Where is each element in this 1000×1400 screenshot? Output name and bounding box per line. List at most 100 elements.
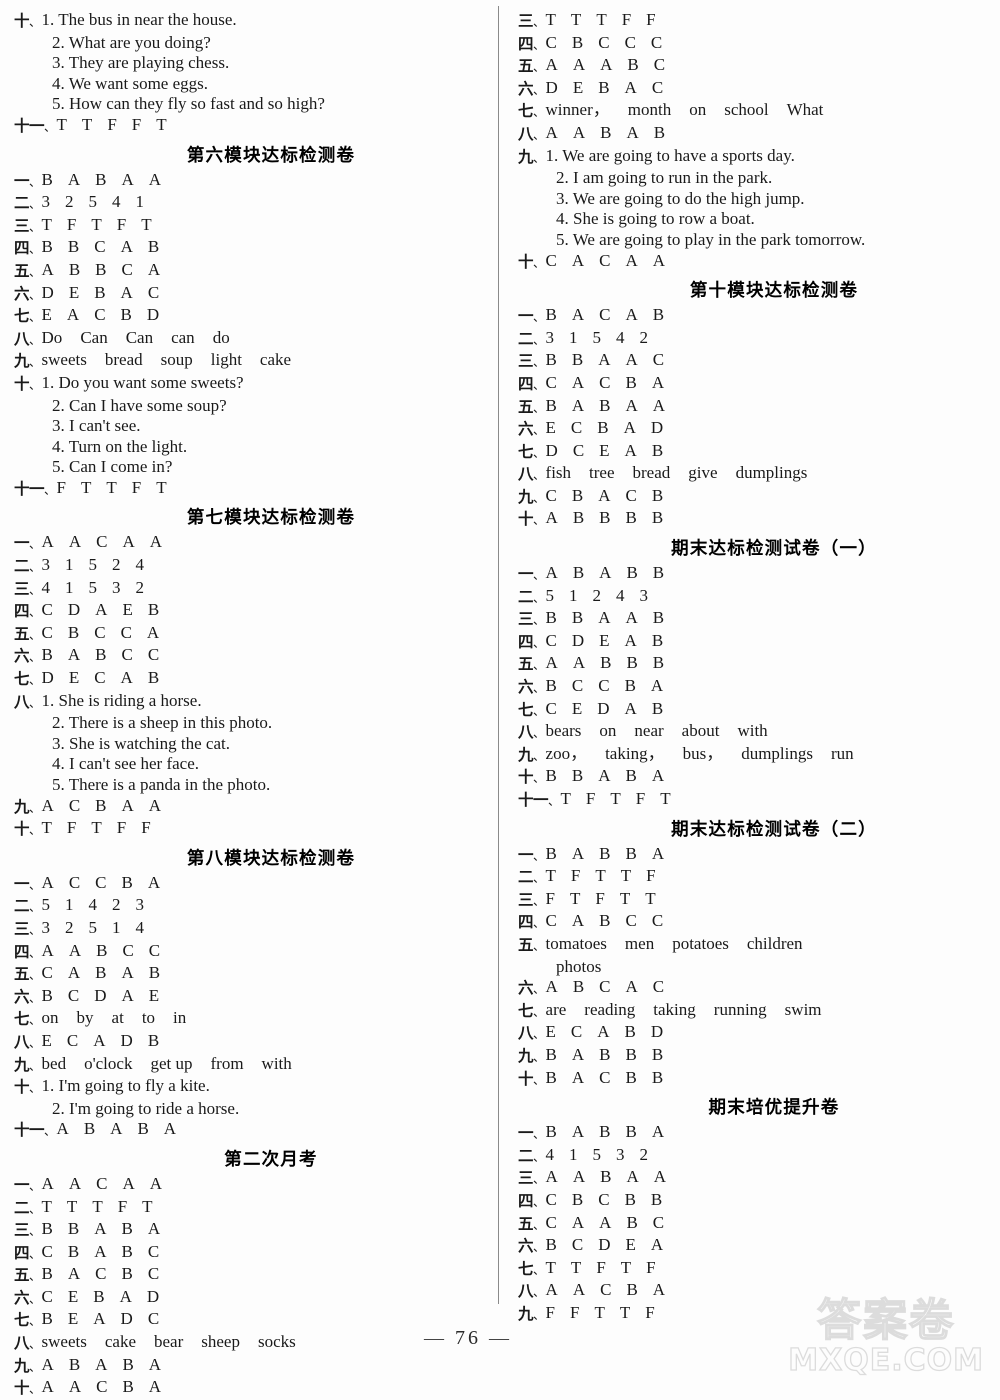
answer-line: 八、 sweets cake bear sheep socks bbox=[14, 1332, 484, 1355]
answer-line: 六、 B C C B A bbox=[518, 676, 986, 699]
enumeration-comma: 、 bbox=[44, 119, 56, 134]
answer-token: C bbox=[545, 250, 557, 270]
answer-token: A bbox=[571, 395, 585, 415]
answer-token: bread bbox=[104, 350, 143, 370]
answer-token: C bbox=[572, 440, 585, 460]
answer-token: A bbox=[148, 169, 162, 189]
answer-token: A bbox=[545, 122, 558, 142]
answer-tokens: BACAB bbox=[546, 305, 986, 326]
answer-token: A bbox=[624, 77, 637, 97]
answer-line: 六、 D E B A C bbox=[14, 283, 484, 306]
answer-token: A bbox=[147, 1219, 161, 1239]
answer-token: 3 bbox=[616, 1144, 625, 1164]
answer-token: F bbox=[585, 789, 596, 808]
answer-token: T bbox=[610, 789, 621, 808]
answer-token: C bbox=[68, 872, 81, 892]
enumeration-comma: 、 bbox=[533, 916, 545, 931]
answer-line: 十一、 F T T F T bbox=[14, 478, 484, 501]
answer-token: C bbox=[624, 32, 636, 52]
answer-token: sweets bbox=[41, 350, 87, 370]
answer-line: 九、 F F T T F bbox=[518, 1303, 986, 1326]
answer-token: A bbox=[599, 1212, 612, 1232]
answer-token: B bbox=[41, 169, 53, 189]
answer-token: A bbox=[572, 653, 586, 673]
answer-line: 十一、 T F T F T bbox=[518, 789, 986, 812]
answer-token: T bbox=[41, 1196, 52, 1216]
answer-token: A bbox=[545, 55, 558, 75]
answer-token: B bbox=[67, 1241, 80, 1261]
answer-token: C bbox=[570, 418, 583, 438]
answer-tokens: BABCC bbox=[42, 645, 484, 666]
answer-token: C bbox=[147, 1309, 160, 1329]
answer-token: B bbox=[624, 1022, 636, 1042]
answer-number: 四、 bbox=[518, 374, 545, 393]
answer-number: 七、 bbox=[14, 1311, 41, 1330]
enumeration-comma: 、 bbox=[29, 990, 41, 1005]
answer-tokens: zoo， taking， bus， dumplings run bbox=[546, 744, 986, 765]
answer-sentence: 5. There is a panda in the photo. bbox=[52, 775, 271, 794]
page-number-value: 76 bbox=[455, 1327, 481, 1349]
answer-token: C bbox=[67, 985, 80, 1005]
answer-token: Do bbox=[41, 327, 63, 347]
answer-number: 九、 bbox=[518, 1046, 545, 1065]
enumeration-comma: 、 bbox=[533, 1285, 545, 1300]
answer-tokens: ECBAD bbox=[546, 418, 986, 439]
section-title: 期末达标检测试卷（一） bbox=[671, 539, 877, 560]
answer-token: 4 bbox=[112, 192, 121, 212]
answer-token: B bbox=[653, 122, 666, 142]
answer-token: in bbox=[173, 1008, 187, 1028]
answer-token: B bbox=[545, 843, 557, 863]
answer-token: B bbox=[95, 645, 107, 665]
answer-token: 2 bbox=[135, 577, 145, 597]
answer-token: C bbox=[122, 940, 134, 960]
answer-line: 二、 5 1 2 4 3 bbox=[518, 586, 986, 609]
answer-number: 二、 bbox=[14, 897, 41, 916]
enumeration-comma: 、 bbox=[29, 560, 41, 575]
enumeration-comma: 、 bbox=[533, 1004, 545, 1019]
enumeration-comma: 、 bbox=[29, 1201, 41, 1216]
answer-number: 四、 bbox=[14, 942, 41, 961]
answer-line: 十一、 T T F F T bbox=[14, 115, 484, 138]
answer-token: A bbox=[624, 440, 637, 460]
answer-tokens: AACBA bbox=[546, 1280, 986, 1301]
answer-token: 2 bbox=[65, 192, 74, 212]
answer-token: C bbox=[545, 911, 557, 931]
answer-token: B bbox=[83, 1119, 96, 1139]
enumeration-comma: 、 bbox=[29, 1246, 41, 1261]
answer-line: 七、 winner， month on school What bbox=[518, 100, 986, 123]
answer-token: F bbox=[635, 789, 646, 808]
enumeration-comma: 、 bbox=[29, 1291, 41, 1306]
answer-token: D bbox=[94, 985, 107, 1005]
answer-line: 八、 E C A D B bbox=[14, 1031, 484, 1054]
answer-number: 九、 bbox=[518, 1304, 545, 1323]
answer-number: 五、 bbox=[518, 1214, 545, 1233]
answer-token: B bbox=[571, 485, 584, 505]
answer-number: 三、 bbox=[14, 919, 41, 938]
answer-token: A bbox=[597, 1022, 610, 1042]
enumeration-comma: 、 bbox=[29, 877, 41, 892]
answer-token: running bbox=[713, 999, 767, 1019]
answer-token: A bbox=[68, 1377, 82, 1397]
answer-number: 四、 bbox=[518, 632, 545, 651]
answer-token: B bbox=[94, 282, 106, 302]
enumeration-comma: 、 bbox=[29, 1269, 41, 1284]
answer-token: 5 bbox=[545, 585, 555, 605]
answer-tokens: BBAAB bbox=[546, 608, 986, 629]
answer-token: A bbox=[571, 1122, 585, 1142]
answer-token: soup bbox=[160, 350, 193, 370]
answer-token: B bbox=[626, 653, 638, 673]
answer-token: A bbox=[625, 977, 638, 997]
answer-line: 四、 C B A B C bbox=[14, 1242, 484, 1265]
answer-token: F bbox=[646, 10, 656, 29]
answer-tokens: sweets cake bear sheep socks bbox=[42, 1332, 484, 1353]
enumeration-comma: 、 bbox=[44, 482, 56, 497]
enumeration-comma: 、 bbox=[533, 1262, 545, 1277]
answer-number: 一、 bbox=[518, 845, 545, 864]
enumeration-comma: 、 bbox=[533, 726, 545, 741]
enumeration-comma: 、 bbox=[29, 582, 41, 597]
answer-token: 5 bbox=[41, 895, 51, 915]
answer-token: 4 bbox=[135, 917, 145, 937]
answer-number: 十、 bbox=[14, 12, 41, 30]
answer-number: 十、 bbox=[518, 510, 545, 529]
enumeration-comma: 、 bbox=[29, 968, 41, 983]
